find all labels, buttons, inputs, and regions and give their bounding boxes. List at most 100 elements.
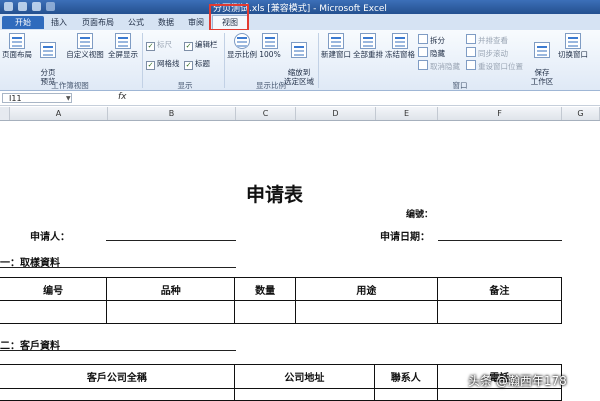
window-title: 分页测试.xls [兼容模式] - Microsoft Excel (213, 4, 387, 14)
name-box[interactable]: I11 (2, 93, 72, 103)
tab-page-layout[interactable]: 页面布局 (76, 16, 120, 29)
view-side-by-side-label: 并排查看 (478, 36, 508, 45)
applicant-underline (106, 240, 236, 241)
formula-bar-checkbox[interactable]: ✓ 编辑栏 (184, 40, 218, 51)
switch-windows-label: 切换窗口 (558, 50, 588, 59)
zoom-100-label: 100% (259, 50, 281, 59)
custom-views-button[interactable]: 自定义视图 (64, 33, 106, 59)
tab-label: 数据 (158, 18, 174, 27)
table-header-cell[interactable]: 聯系人 (373, 364, 438, 389)
switch-windows-button[interactable]: 切换窗口 (556, 33, 590, 59)
arrange-all-label: 全部重排 (353, 50, 383, 59)
gridlines-checkbox[interactable]: ✓ 网格线 (146, 59, 180, 70)
column-header-d[interactable]: D (296, 107, 376, 120)
name-box-dropdown-icon[interactable]: ▼ (66, 95, 71, 102)
ruler-label: 标尺 (157, 40, 172, 49)
table-cell[interactable] (106, 300, 236, 324)
group-label-show: 显示 (177, 81, 193, 90)
page-layout-label: 页面布局 (2, 50, 32, 59)
page-break-preview-button[interactable]: 分页 预览 (34, 33, 62, 86)
formula-input[interactable] (134, 93, 598, 103)
save-workspace-button[interactable]: 保存 工作区 (528, 33, 556, 86)
ruler-checkbox[interactable]: ✓ 标尺 (146, 40, 172, 51)
zoom-100-button[interactable]: 100% (258, 33, 282, 59)
table-cell[interactable] (0, 388, 235, 401)
tab-file[interactable]: 开始 (2, 16, 44, 29)
reset-window-position-label: 重设窗口位置 (478, 62, 523, 71)
ribbon-tab-bar: 开始 插入 页面布局 公式 数据 审阅 视图 (0, 14, 600, 31)
unhide-label: 取消隐藏 (430, 62, 460, 71)
gridlines-label: 网格线 (157, 59, 180, 68)
select-all-corner[interactable] (0, 107, 10, 120)
arrange-all-icon (360, 33, 376, 49)
freeze-panes-button[interactable]: 冻结窗格 (384, 33, 416, 59)
group-label-zoom: 显示比例 (256, 81, 286, 90)
zoom-to-selection-button[interactable]: 缩放到 选定区域 (282, 33, 316, 86)
table-header-cell[interactable]: 备注 (436, 277, 563, 301)
group-separator (142, 33, 143, 88)
split-button[interactable]: 拆分 (418, 34, 445, 46)
sheet-title: 申请表 (246, 184, 304, 206)
zoom-100-icon (262, 33, 278, 49)
table-cell[interactable] (436, 300, 563, 324)
table-header-cell[interactable]: 客戶公司全稱 (0, 364, 235, 389)
view-side-by-side-button[interactable]: 并排查看 (466, 34, 508, 46)
table-header-cell[interactable]: 编号 (0, 277, 108, 301)
table-cell[interactable] (0, 300, 108, 324)
column-header-g[interactable]: G (562, 107, 600, 120)
sync-scroll-icon (466, 47, 476, 57)
tab-label: 页面布局 (82, 18, 114, 27)
title-bar: 分页测试.xls [兼容模式] - Microsoft Excel (0, 0, 600, 14)
table-header-cell[interactable]: 用途 (294, 277, 438, 301)
table-cell[interactable] (233, 388, 375, 401)
page-break-preview-icon (40, 42, 56, 58)
new-window-button[interactable]: 新建窗口 (320, 33, 352, 59)
checkbox-box: ✓ (146, 61, 155, 70)
column-header-c[interactable]: C (236, 107, 296, 120)
page-layout-button[interactable]: 页面布局 (2, 33, 32, 59)
tab-insert[interactable]: 插入 (44, 16, 74, 29)
column-header-a[interactable]: A (10, 107, 108, 120)
headings-checkbox[interactable]: ✓ 标题 (184, 59, 210, 70)
checkbox-box: ✓ (146, 42, 155, 51)
save-workspace-icon (534, 42, 550, 58)
arrange-all-button[interactable]: 全部重排 (352, 33, 384, 59)
table-cell[interactable] (234, 300, 296, 324)
apply-date-underline (438, 240, 562, 241)
side-by-side-icon (466, 34, 476, 44)
column-header-f[interactable]: F (438, 107, 562, 120)
split-label: 拆分 (430, 36, 445, 45)
fx-label[interactable]: fx (118, 92, 127, 102)
section-2-underline (0, 350, 236, 351)
table-cell[interactable] (436, 388, 563, 401)
full-screen-button[interactable]: 全屏显示 (106, 33, 140, 59)
synchronous-scrolling-button[interactable]: 同步滚动 (466, 47, 508, 59)
full-screen-label: 全屏显示 (108, 50, 138, 59)
column-header-b[interactable]: B (108, 107, 236, 120)
switch-windows-icon (565, 33, 581, 49)
table-header-cell[interactable]: 数量 (234, 277, 296, 301)
table-cell[interactable] (294, 300, 438, 324)
worksheet-area[interactable] (0, 121, 600, 400)
new-window-label: 新建窗口 (321, 50, 351, 59)
tab-data[interactable]: 数据 (152, 16, 180, 29)
hide-button[interactable]: 隐藏 (418, 47, 445, 59)
table-header-cell[interactable]: 品种 (106, 277, 236, 301)
headings-label: 标题 (195, 59, 210, 68)
tab-review[interactable]: 审阅 (182, 16, 210, 29)
zoom-button[interactable]: 显示比例 (226, 33, 258, 59)
unhide-button[interactable]: 取消隐藏 (418, 60, 460, 72)
reset-position-icon (466, 60, 476, 70)
tab-label: 审阅 (188, 18, 204, 27)
zoom-label: 显示比例 (227, 50, 257, 59)
table-header-cell[interactable]: 公司地址 (233, 364, 375, 389)
column-header-e[interactable]: E (376, 107, 438, 120)
table-cell[interactable] (373, 388, 438, 401)
reset-window-position-button[interactable]: 重设窗口位置 (466, 60, 523, 72)
page-layout-icon (9, 33, 25, 49)
magnifier-icon (234, 33, 250, 49)
zoom-to-selection-icon (291, 42, 307, 58)
tab-formulas[interactable]: 公式 (122, 16, 150, 29)
hide-icon (418, 47, 428, 57)
view-tab-highlight-box (209, 4, 249, 31)
